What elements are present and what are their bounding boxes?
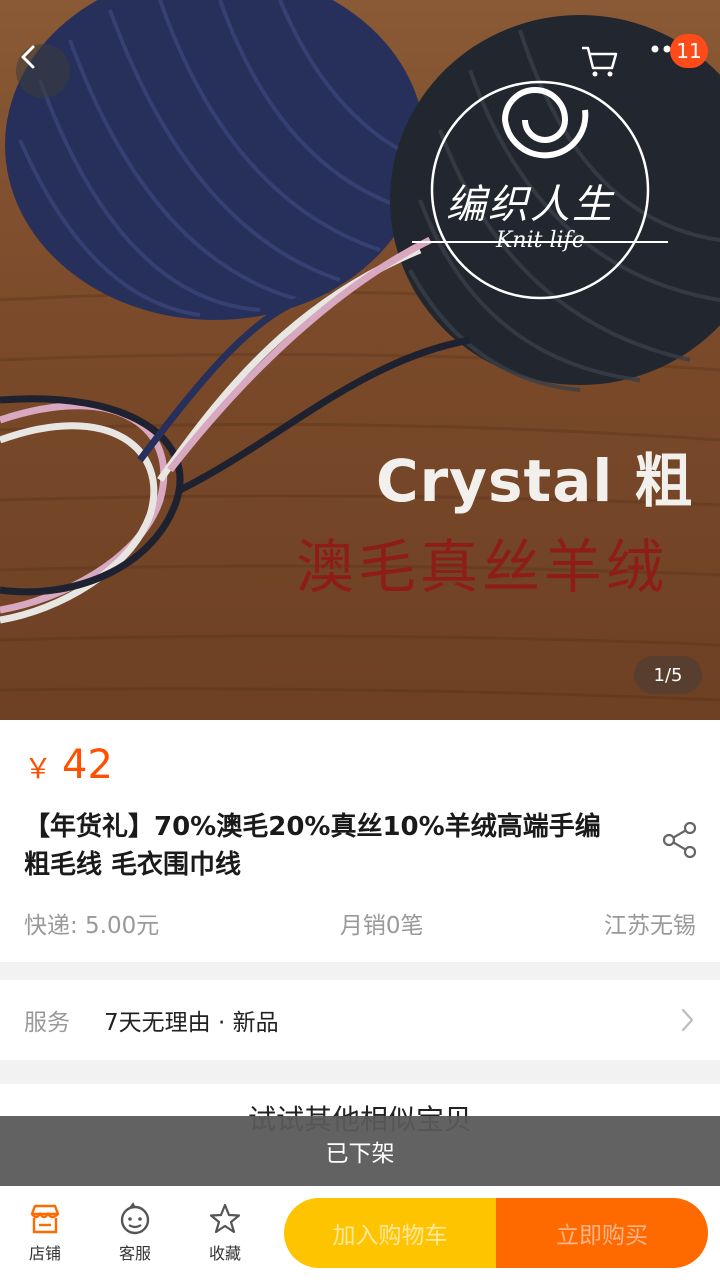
off-shelf-banner: 已下架	[0, 1116, 720, 1186]
brand-logo-english: Knit life	[496, 228, 585, 253]
shop-icon	[30, 1204, 60, 1234]
image-subheadline: 澳毛真丝羊绒	[296, 533, 669, 601]
product-title: 【年货礼】70%澳毛20%真丝10%羊绒高端手编粗毛线 毛衣围巾线	[24, 812, 601, 880]
chevron-left-icon	[21, 45, 35, 69]
notification-badge: 11	[670, 34, 708, 68]
chevron-right-icon	[681, 1008, 694, 1032]
image-headline: Crystal 粗	[376, 447, 694, 515]
star-icon	[209, 1203, 241, 1234]
cart-button[interactable]	[580, 44, 634, 98]
monthly-sales: 月销0笔	[339, 913, 424, 939]
product-info: ￥ 42 【年货礼】70%澳毛20%真丝10%羊绒高端手编粗毛线 毛衣围巾线 快…	[0, 720, 720, 962]
back-button[interactable]	[16, 44, 70, 98]
image-pager: 1/5	[634, 656, 702, 694]
currency-symbol: ￥	[24, 752, 53, 785]
purchase-actions: 加入购物车 立即购买	[284, 1198, 708, 1268]
favorite-tab[interactable]: 收藏	[190, 1202, 260, 1264]
price: ￥ 42	[24, 742, 113, 788]
yarn-photo	[0, 0, 720, 702]
service-value: 7天无理由 · 新品	[104, 1010, 279, 1036]
ship-from-location: 江苏无锡	[603, 913, 696, 939]
cart-icon	[582, 46, 618, 77]
share-icon	[662, 821, 697, 859]
share-button[interactable]	[660, 820, 700, 860]
shop-tab[interactable]: 店铺	[10, 1202, 80, 1264]
customer-service-icon	[120, 1202, 150, 1235]
brand-logo-chinese: 编织人生	[446, 182, 614, 228]
bottom-action-bar: 店铺 客服 收藏 加入购物车 立即购买	[0, 1186, 720, 1280]
service-row[interactable]: 服务 7天无理由 · 新品	[0, 980, 720, 1060]
buy-now-button[interactable]: 立即购买	[496, 1198, 708, 1268]
shop-label: 店铺	[28, 1244, 61, 1263]
customer-service-label: 客服	[118, 1244, 151, 1263]
product-meta-row: 快递: 5.00元 月销0笔 江苏无锡	[24, 906, 696, 940]
product-detail-page: 编织人生 Knit life Crystal 粗 澳毛真丝羊绒 11 1/5 ￥…	[0, 0, 720, 1280]
price-value: 42	[62, 742, 113, 788]
shipping-fee: 快递: 5.00元	[24, 913, 160, 939]
service-label: 服务	[24, 1010, 70, 1036]
product-image-carousel[interactable]: 编织人生 Knit life Crystal 粗 澳毛真丝羊绒 11 1/5	[0, 0, 720, 720]
customer-service-tab[interactable]: 客服	[100, 1202, 170, 1264]
add-to-cart-button[interactable]: 加入购物车	[284, 1198, 496, 1268]
favorite-label: 收藏	[208, 1244, 241, 1263]
